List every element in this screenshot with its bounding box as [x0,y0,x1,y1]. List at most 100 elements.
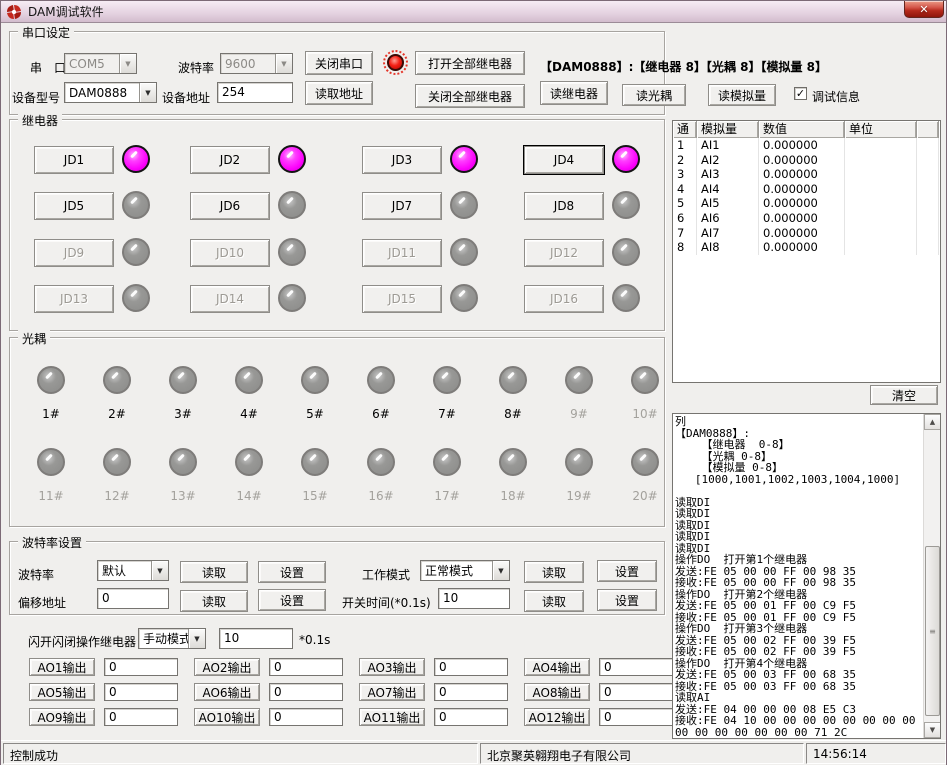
table-cell: 0.000000 [759,240,845,255]
switch-time-read-button[interactable]: 读取 [524,590,584,612]
table-row[interactable]: 7AI70.000000 [673,226,940,241]
ao-output-input-7[interactable]: 0 [434,683,508,701]
relay-button-jd5[interactable]: JD5 [34,192,114,220]
read-addr-button[interactable]: 读取地址 [305,81,373,105]
opto-led-10# [631,366,659,394]
table-cell: AI5 [697,196,759,211]
ao-output-button-12[interactable]: AO12输出 [524,708,590,726]
ao-output-input-11[interactable]: 0 [434,708,508,726]
ao-output-button-3[interactable]: AO3输出 [359,658,425,676]
baud-set-button[interactable]: 设置 [258,561,326,583]
opto-led-2# [103,366,131,394]
scrollbar-thumb[interactable]: ≡ [925,546,940,716]
table-row[interactable]: 5AI50.000000 [673,196,940,211]
ao-output-input-1[interactable]: 0 [104,658,178,676]
ao-output-button-10[interactable]: AO10输出 [194,708,260,726]
baud-read-button[interactable]: 读取 [180,561,248,583]
opto-led-1# [37,366,65,394]
ao-output-input-10[interactable]: 0 [269,708,343,726]
relay-led-jd10 [278,238,306,266]
ao-output-input-4[interactable]: 0 [599,658,673,676]
opto-cell: 16# [348,448,414,503]
scroll-down-icon[interactable]: ▼ [924,722,941,738]
debug-info-checkbox[interactable]: ✓ [794,87,807,100]
relay-led-jd15 [450,284,478,312]
close-port-button[interactable]: 关闭串口 [305,51,373,75]
relay-button-jd13: JD13 [34,285,114,313]
analog-table-header-cell[interactable] [917,121,939,138]
table-cell: 0.000000 [759,153,845,168]
analog-table[interactable]: 通模拟量数值单位1AI10.0000002AI20.0000003AI30.00… [672,120,941,383]
opto-cell: 2# [84,366,150,421]
ao-output-button-5[interactable]: AO5输出 [29,683,95,701]
read-analog-button[interactable]: 读模拟量 [708,84,776,106]
offset-read-button[interactable]: 读取 [180,590,248,612]
device-model-select[interactable]: DAM0888 ▼ [64,82,157,103]
switch-time-input[interactable]: 10 [438,588,510,609]
offset-set-button[interactable]: 设置 [258,589,326,611]
log-panel[interactable]: 列 【DAM0888】: 【继电器 0-8】 【光耦 0-8】 【模拟量 0-8… [672,413,941,739]
switch-time-set-button[interactable]: 设置 [597,589,657,611]
read-opto-button[interactable]: 读光耦 [622,84,686,106]
ao-output-button-7[interactable]: AO7输出 [359,683,425,701]
relay-button-jd1[interactable]: JD1 [34,146,114,174]
relay-button-jd4[interactable]: JD4 [524,146,604,174]
analog-table-header-cell[interactable]: 单位 [845,121,917,138]
table-row[interactable]: 3AI30.000000 [673,167,940,182]
relay-button-jd8[interactable]: JD8 [524,192,604,220]
ao-output-button-4[interactable]: AO4输出 [524,658,590,676]
ao-output-button-9[interactable]: AO9输出 [29,708,95,726]
table-row[interactable]: 4AI40.000000 [673,182,940,197]
flash-relay-label: 闪开闪闭操作继电器 [28,633,136,650]
relay-button-jd3[interactable]: JD3 [362,146,442,174]
ao-output-input-2[interactable]: 0 [269,658,343,676]
opto-led-20# [631,448,659,476]
ao-output-input-5[interactable]: 0 [104,683,178,701]
baud-rate-select[interactable]: 默认 ▼ [97,560,169,581]
table-cell [845,211,917,226]
ao-output-button-2[interactable]: AO2输出 [194,658,260,676]
table-row[interactable]: 2AI20.000000 [673,153,940,168]
device-addr-label: 设备地址 [162,89,210,106]
table-row[interactable]: 6AI60.000000 [673,211,940,226]
flash-time-input[interactable]: 10 [219,628,293,649]
baud-group-title: 波特率设置 [18,534,86,551]
close-all-relays-button[interactable]: 关闭全部继电器 [415,84,525,108]
baud-settings-group: 波特率设置 波特率 默认 ▼ 读取 设置 工作模式 正常模式 ▼ 读取 设置 偏… [9,541,665,615]
scroll-up-icon[interactable]: ▲ [924,414,941,430]
ao-output-button-8[interactable]: AO8输出 [524,683,590,701]
table-row[interactable]: 8AI80.000000 [673,240,940,255]
work-mode-select[interactable]: 正常模式 ▼ [420,560,510,581]
offset-addr-input[interactable]: 0 [97,588,169,609]
device-addr-input[interactable]: 254 [217,82,293,103]
table-row[interactable]: 1AI10.000000 [673,138,940,153]
ao-output-input-3[interactable]: 0 [434,658,508,676]
ao-output-button-6[interactable]: AO6输出 [194,683,260,701]
relay-button-jd6[interactable]: JD6 [190,192,270,220]
work-mode-set-button[interactable]: 设置 [597,560,657,582]
table-cell: AI4 [697,182,759,197]
analog-table-header-cell[interactable]: 模拟量 [697,121,759,138]
work-mode-read-button[interactable]: 读取 [524,561,584,583]
table-cell [845,138,917,153]
ao-output-input-6[interactable]: 0 [269,683,343,701]
offset-addr-label: 偏移地址 [18,594,66,611]
ao-output-input-8[interactable]: 0 [599,683,673,701]
relay-button-jd2[interactable]: JD2 [190,146,270,174]
opto-cell: 3# [150,366,216,421]
analog-table-header-cell[interactable]: 通 [673,121,697,138]
flash-mode-select[interactable]: 手动模式 ▼ [138,628,206,649]
ao-output-input-9[interactable]: 0 [104,708,178,726]
clear-log-button[interactable]: 清空 [870,385,938,405]
log-scrollbar[interactable]: ▲ ≡ ▼ [923,414,940,738]
analog-table-header-cell[interactable]: 数值 [759,121,845,138]
read-relay-button[interactable]: 读继电器 [540,81,608,105]
ao-output-input-12[interactable]: 0 [599,708,673,726]
opto-cell: 4# [216,366,282,421]
relay-button-jd7[interactable]: JD7 [362,192,442,220]
opto-led-8# [499,366,527,394]
close-icon[interactable]: ✕ [904,1,944,18]
ao-output-button-11[interactable]: AO11输出 [359,708,425,726]
open-all-relays-button[interactable]: 打开全部继电器 [415,51,525,75]
ao-output-button-1[interactable]: AO1输出 [29,658,95,676]
